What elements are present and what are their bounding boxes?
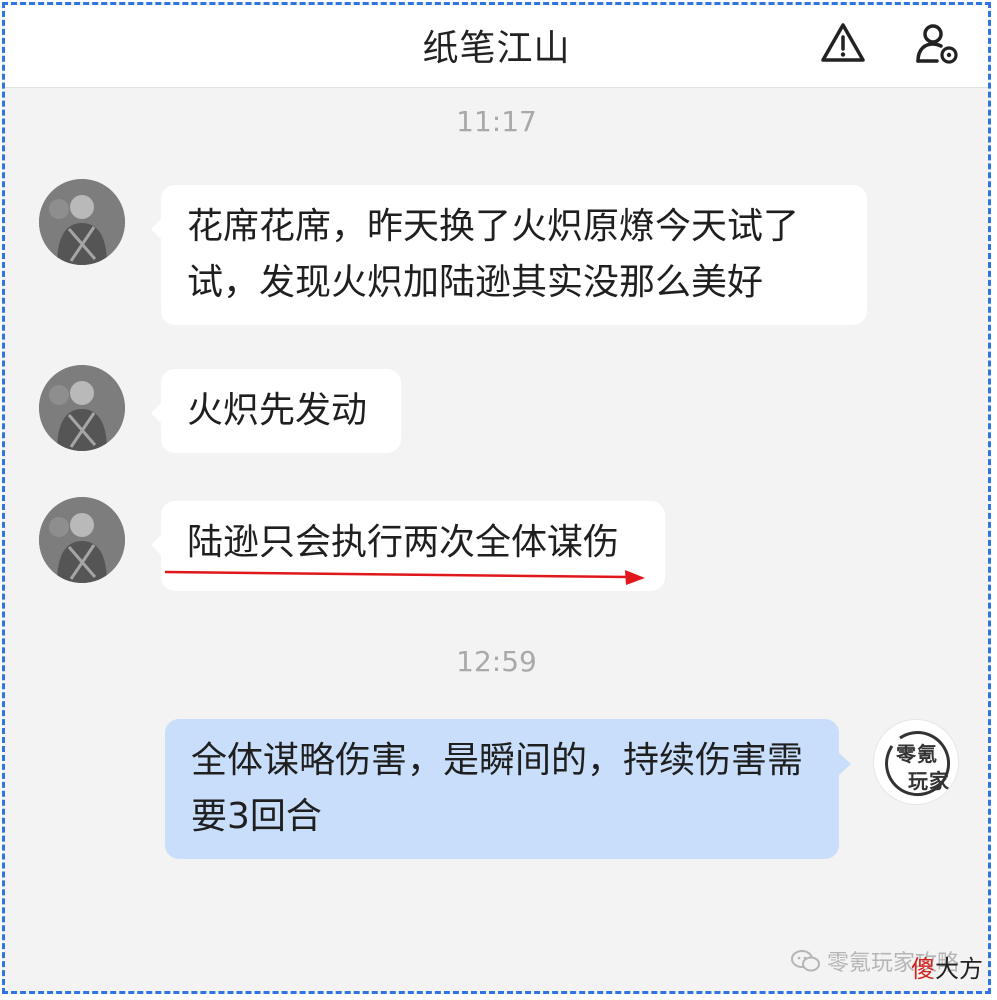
avatar-text-line1: 零氪 [896, 742, 938, 766]
timestamp: 12:59 [456, 645, 537, 678]
my-message-bubble[interactable]: 全体谋略伤害，是瞬间的，持续伤害需要3回合 [165, 719, 851, 859]
avatar-text-line2: 玩家 [908, 769, 950, 793]
wechat-icon [791, 950, 820, 972]
my-avatar[interactable]: 零氪 玩家 [873, 719, 959, 805]
stamp-black-chars: 大方 [935, 955, 983, 983]
message-text: 全体谋略伤害，是瞬间的，持续伤害需要3回合 [191, 740, 804, 837]
stamp-red-char: 傻 [911, 955, 935, 983]
chat-window: 纸笔江山 11:17 花席花席，昨天换了火炽原燎今天试了试，发现火炽加陆逊其实没… [2, 2, 991, 994]
stamp-text: 傻大方 [911, 949, 983, 984]
